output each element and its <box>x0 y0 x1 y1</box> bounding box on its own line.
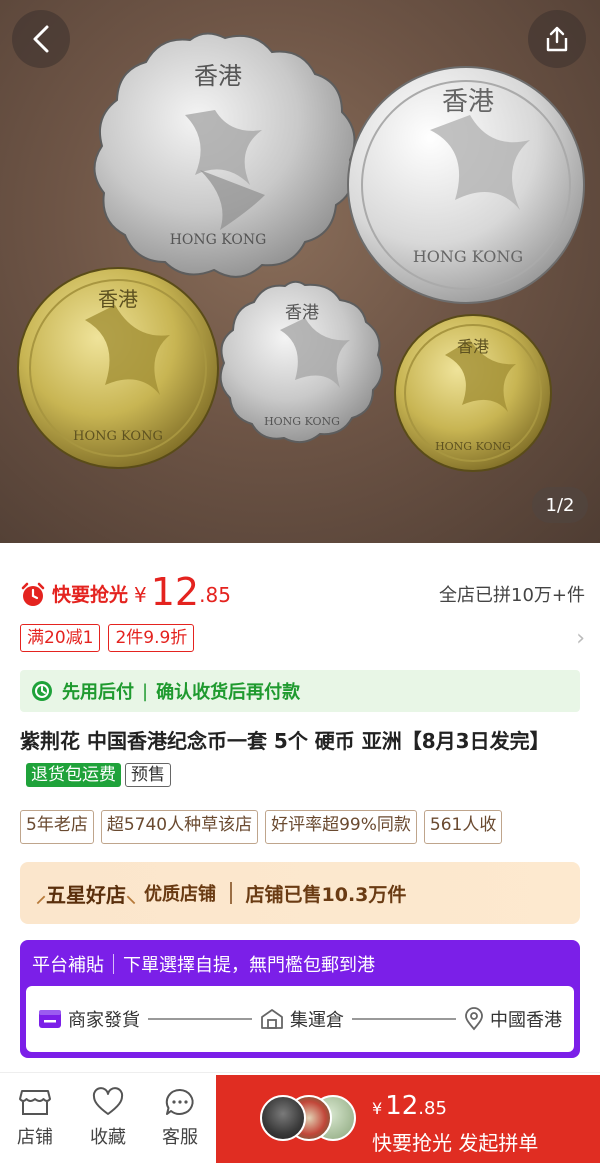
price-decimal: .85 <box>199 583 231 607</box>
warehouse-icon <box>261 1009 283 1029</box>
route-step-merchant: 商家發貨 <box>38 1006 140 1032</box>
route-step-label: 商家發貨 <box>68 1010 140 1031</box>
chevron-left-icon <box>33 25 49 53</box>
route-line <box>352 1018 456 1020</box>
pay-later-banner[interactable]: 先用后付 | 确认收货后再付款 <box>20 670 580 712</box>
subsidy-header: 平台補貼 下單選擇自提，無門檻包郵到港 <box>20 940 580 988</box>
laurel-right-icon: ⸜ <box>126 882 136 907</box>
avatar <box>260 1095 306 1141</box>
buyer-avatars <box>260 1095 360 1143</box>
coin-text-bottom: HONG KONG <box>264 415 340 428</box>
subsidy-title: 平台補貼 <box>32 955 104 976</box>
share-button[interactable] <box>528 10 586 68</box>
rush-label: 快要抢光 <box>52 584 129 606</box>
favorite-label: 收藏 <box>90 1127 126 1148</box>
buy-price: ¥ 12 .85 <box>372 1091 447 1121</box>
product-title-text: 紫荆花 中国香港纪念币一套 5个 硬币 亚洲【8月3日发完】 <box>20 729 550 753</box>
five-star-shop-banner[interactable]: ⸝五星好店⸜ 优质店铺 店铺已售10.3万件 <box>20 862 580 924</box>
route-step-label: 中國香港 <box>490 1010 562 1031</box>
pay-later-label: 先用后付 <box>62 682 134 703</box>
price-integer: 12 <box>150 570 200 614</box>
box-icon <box>39 1010 61 1028</box>
shop-sales-count: 店铺已售10.3万件 <box>245 883 407 906</box>
buy-price-currency: ¥ <box>372 1099 383 1118</box>
product-title: 紫荆花 中国香港纪念币一套 5个 硬币 亚洲【8月3日发完】退货包运费 预售 <box>20 724 585 792</box>
shop-button[interactable]: 店铺 <box>5 1087 65 1149</box>
favorite-button[interactable]: 收藏 <box>78 1087 138 1149</box>
route-step-warehouse: 集運倉 <box>260 1006 344 1032</box>
coins-photo: 香港 HONG KONG 香港 HONG KONG 香港 HONG KONG 香… <box>17 32 585 472</box>
alarm-clock-icon <box>21 582 45 606</box>
group-buy-button[interactable]: ¥ 12 .85 快要抢光 发起拼单 <box>216 1075 600 1163</box>
divider: | <box>142 680 149 702</box>
buy-label: 快要抢光 发起拼单 <box>372 1131 539 1155</box>
coin-text-top: 香港 <box>457 337 489 356</box>
shipping-route: 商家發貨 集運倉 中國香港 <box>26 986 574 1052</box>
coin-text-bottom: HONG KONG <box>435 440 511 453</box>
image-page-indicator: 1/2 <box>532 487 588 523</box>
back-button[interactable] <box>12 10 70 68</box>
store-icon <box>19 1090 51 1115</box>
shop-tag: 超5740人种草该店 <box>100 810 259 844</box>
route-step-destination: 中國香港 <box>464 1006 562 1032</box>
shop-tag: 561人收 <box>423 810 503 844</box>
coin-text-bottom: HONG KONG <box>413 247 523 266</box>
presale-tag: 预售 <box>125 763 171 787</box>
product-image[interactable]: 香港 HONG KONG 香港 HONG KONG 香港 HONG KONG 香… <box>0 0 600 543</box>
quality-shop-label: 优质店铺 <box>144 884 216 905</box>
shop-tags: 5年老店 超5740人种草该店 好评率超99%同款 561人收 <box>20 810 600 844</box>
coin-text-bottom: HONG KONG <box>170 232 267 248</box>
chevron-right-icon[interactable]: › <box>576 626 585 651</box>
pay-later-desc: 确认收货后再付款 <box>156 682 301 703</box>
customer-service-label: 客服 <box>162 1127 198 1148</box>
laurel-left-icon: ⸝ <box>36 882 46 907</box>
shop-label: 店铺 <box>17 1127 53 1148</box>
coupon-row[interactable]: 满20减1 2件9.9折 › <box>20 622 585 654</box>
free-return-tag: 退货包运费 <box>26 763 121 787</box>
subsidy-desc: 下單選擇自提，無門檻包郵到港 <box>123 955 375 976</box>
coin-text-top: 香港 <box>98 287 138 311</box>
five-star-shop-title: ⸝五星好店⸜ <box>36 882 136 907</box>
customer-service-button[interactable]: 客服 <box>150 1087 210 1149</box>
coin-text-top: 香港 <box>285 303 319 323</box>
platform-subsidy-card[interactable]: 平台補貼 下單選擇自提，無門檻包郵到港 商家發貨 集運倉 中國香港 <box>20 940 580 1058</box>
route-line <box>148 1018 252 1020</box>
coin-text-top: 香港 <box>442 87 494 117</box>
divider <box>113 954 114 974</box>
pay-later-icon <box>32 681 52 701</box>
buy-price-integer: 12 <box>385 1091 419 1121</box>
heart-icon <box>92 1087 124 1115</box>
buy-price-decimal: .85 <box>418 1098 447 1119</box>
price-currency: ¥ <box>134 583 147 607</box>
divider <box>230 882 232 904</box>
group-sold-count: 全店已拼10万+件 <box>439 585 585 606</box>
route-step-label: 集運倉 <box>290 1010 344 1031</box>
bottom-action-bar: 店铺 收藏 客服 ¥ 12 .85 快要抢光 发起拼单 <box>0 1072 600 1163</box>
price-row: 快要抢光 ¥ 12 .85 全店已拼10万+件 <box>20 568 585 618</box>
shop-tag: 5年老店 <box>20 810 94 844</box>
share-icon <box>546 26 568 52</box>
coin-text-bottom: HONG KONG <box>73 429 163 444</box>
coupon-tag[interactable]: 2件9.9折 <box>108 624 195 652</box>
coupon-tag[interactable]: 满20减1 <box>20 624 101 652</box>
location-pin-icon <box>465 1007 483 1031</box>
coin-text-top: 香港 <box>194 62 242 90</box>
chat-bubble-icon <box>165 1088 194 1115</box>
shop-tag: 好评率超99%同款 <box>265 810 417 844</box>
